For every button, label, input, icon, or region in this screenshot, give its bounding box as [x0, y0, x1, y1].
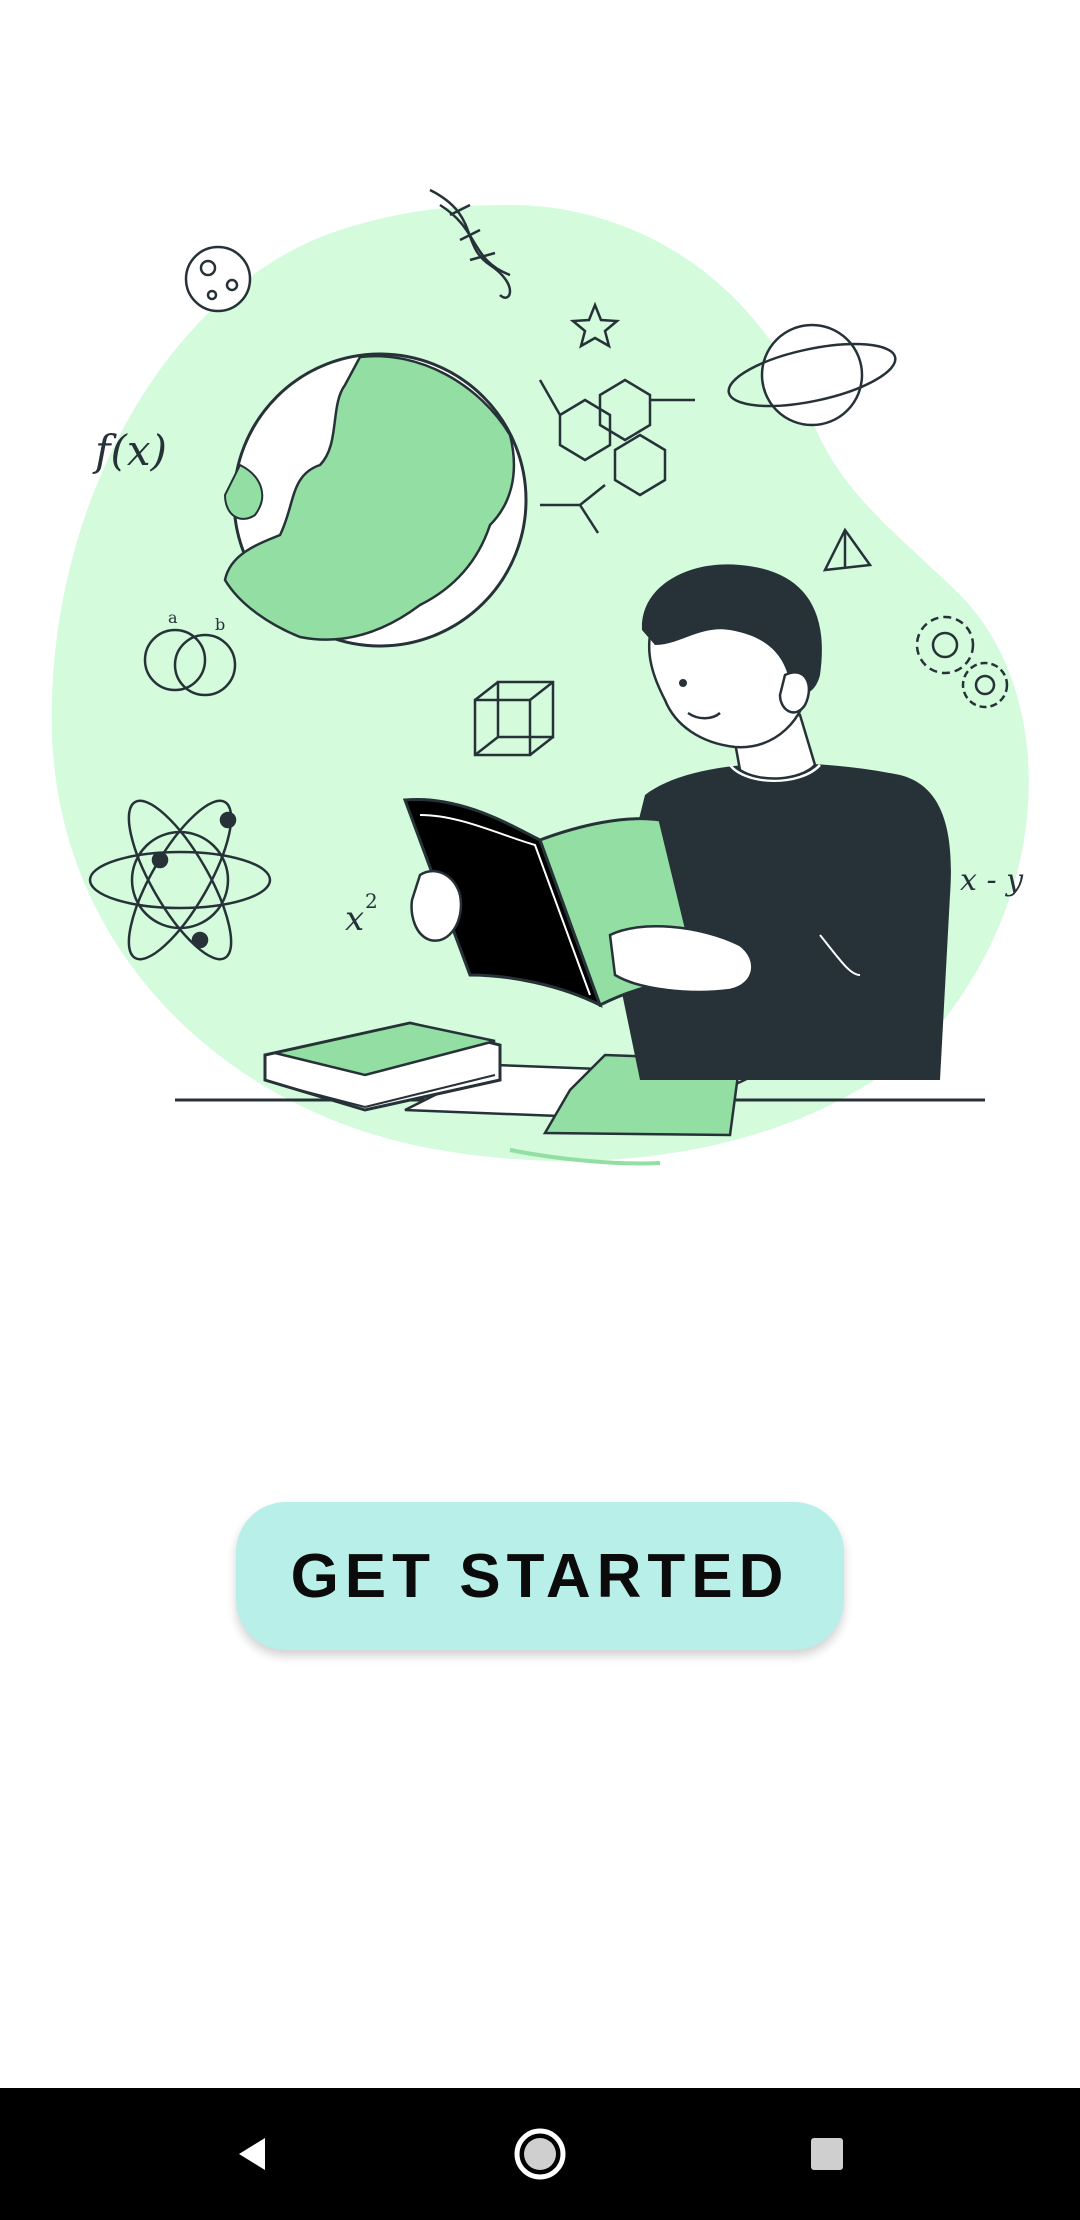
moon-icon: [184, 245, 252, 313]
venn-label-a: a: [168, 608, 178, 627]
back-icon: [239, 2138, 266, 2170]
onboarding-screen: f(x) a b x 2 x - y GET STARTED: [0, 0, 1080, 2088]
system-navigation-bar: [0, 2088, 1080, 2220]
fx-label: f(x): [92, 426, 167, 475]
home-icon: [514, 2128, 566, 2180]
home-button[interactable]: [500, 2114, 580, 2194]
x-minus-y-label: x - y: [960, 863, 1024, 898]
hero-illustration: f(x) a b x 2 x - y: [40, 175, 1040, 1175]
recents-button[interactable]: [787, 2114, 867, 2194]
recents-icon: [810, 2138, 843, 2170]
get-started-button[interactable]: GET STARTED: [236, 1502, 844, 1650]
svg-text:x: x: [345, 899, 364, 939]
venn-label-b: b: [215, 615, 225, 634]
back-button[interactable]: [213, 2114, 293, 2194]
svg-text:2: 2: [365, 889, 378, 913]
cta-container: GET STARTED: [0, 1502, 1080, 1650]
